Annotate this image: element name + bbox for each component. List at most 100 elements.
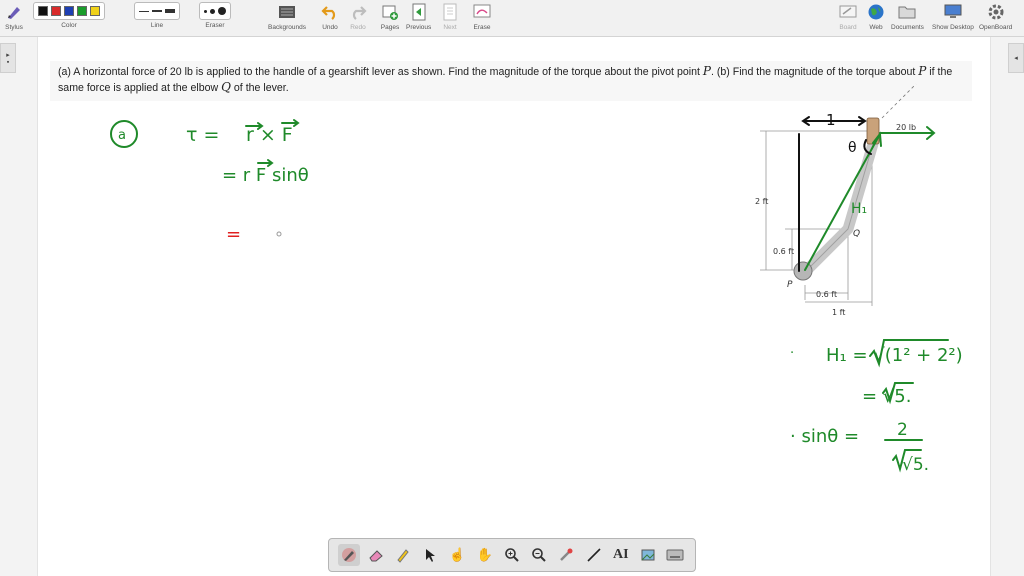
color-yellow[interactable] bbox=[90, 6, 100, 16]
top-toolbar: Stylus Color Line Eraser Backgrounds Und… bbox=[0, 0, 1024, 37]
interact-tool[interactable]: ☝ bbox=[446, 544, 468, 566]
virtual-keyboard-tool[interactable] bbox=[664, 544, 686, 566]
next-page-button[interactable]: Next bbox=[440, 2, 460, 31]
question-text-block[interactable]: (a) A horizontal force of 20 lb is appli… bbox=[50, 61, 972, 101]
color-red[interactable] bbox=[51, 6, 61, 16]
web-button[interactable]: Web bbox=[866, 2, 886, 31]
line-tool[interactable] bbox=[583, 544, 605, 566]
stylus-tool[interactable]: Stylus bbox=[4, 2, 24, 31]
previous-page-button[interactable]: Previous bbox=[406, 2, 431, 31]
desktop-icon bbox=[943, 2, 963, 22]
highlighter-tool[interactable] bbox=[392, 544, 414, 566]
stylus-icon bbox=[4, 2, 24, 22]
previous-page-icon bbox=[409, 2, 429, 22]
left-panel-toggle[interactable]: ▸ ▪ bbox=[0, 43, 16, 73]
undo-label: Undo bbox=[322, 24, 338, 31]
hand-icon: ✋ bbox=[476, 547, 493, 562]
eraser-small[interactable] bbox=[204, 9, 207, 13]
pages-label: Pages bbox=[380, 24, 400, 31]
stylus-label: Stylus bbox=[5, 24, 23, 31]
pen-tool[interactable] bbox=[337, 544, 360, 566]
documents-label: Documents bbox=[891, 24, 924, 31]
question-part-b-end: of the lever. bbox=[230, 82, 289, 94]
openboard-menu-button[interactable]: OpenBoard bbox=[979, 2, 1012, 31]
capture-icon bbox=[641, 549, 655, 561]
globe-icon bbox=[866, 2, 886, 22]
gear-icon bbox=[986, 2, 1006, 22]
erase-button[interactable]: Erase bbox=[472, 2, 492, 31]
folder-icon bbox=[897, 2, 917, 22]
pointing-hand-icon: ☝ bbox=[449, 547, 466, 562]
question-part-b-start: . (b) Find the magnitude of the torque a… bbox=[710, 66, 919, 78]
eraser-medium[interactable] bbox=[210, 8, 215, 14]
color-black[interactable] bbox=[38, 6, 48, 16]
show-desktop-label: Show Desktop bbox=[932, 24, 974, 31]
line-width-picker[interactable]: Line bbox=[134, 2, 180, 29]
erase-board-icon bbox=[472, 2, 492, 22]
board-label: Board bbox=[839, 24, 857, 31]
board-page[interactable] bbox=[37, 37, 991, 576]
eraser-size-picker[interactable]: Eraser bbox=[199, 2, 231, 29]
color-label: Color bbox=[61, 22, 77, 29]
keyboard-icon bbox=[666, 549, 684, 561]
backgrounds-label: Backgrounds bbox=[268, 24, 306, 31]
highlighter-icon bbox=[397, 549, 409, 563]
color-palette[interactable] bbox=[33, 2, 105, 20]
eraser-label: Eraser bbox=[205, 22, 225, 29]
right-panel-toggle[interactable]: ◂ bbox=[1008, 43, 1024, 73]
backgrounds-icon bbox=[277, 2, 297, 22]
text-icon: AI bbox=[613, 547, 629, 562]
color-picker[interactable]: Color bbox=[33, 2, 105, 29]
laser-pointer-tool[interactable] bbox=[555, 544, 577, 566]
erase-label: Erase bbox=[473, 24, 491, 31]
color-green[interactable] bbox=[77, 6, 87, 16]
eraser-tool[interactable] bbox=[365, 544, 387, 566]
question-text: (a) A horizontal force of 20 lb is appli… bbox=[50, 61, 972, 99]
previous-label: Previous bbox=[406, 24, 432, 31]
undo-icon bbox=[320, 2, 340, 22]
select-tool[interactable] bbox=[419, 544, 441, 566]
laser-pointer-icon bbox=[560, 548, 573, 561]
zoom-out-icon bbox=[532, 548, 546, 562]
capture-tool[interactable] bbox=[637, 544, 659, 566]
pivot-symbol: P bbox=[702, 64, 711, 78]
backgrounds-button[interactable]: Backgrounds bbox=[268, 2, 306, 31]
eraser-palette[interactable] bbox=[199, 2, 231, 20]
color-blue[interactable] bbox=[64, 6, 74, 16]
add-page-icon bbox=[380, 2, 400, 22]
collapse-arrow-icon: ▸ bbox=[6, 51, 10, 59]
web-label: Web bbox=[869, 24, 883, 31]
text-tool[interactable]: AI bbox=[610, 544, 632, 566]
eraser-large[interactable] bbox=[218, 7, 226, 15]
question-part-a: (a) A horizontal force of 20 lb is appli… bbox=[58, 66, 703, 78]
board-button[interactable]: Board bbox=[838, 2, 858, 31]
hand-tool[interactable]: ✋ bbox=[474, 544, 496, 566]
expand-arrow-icon: ◂ bbox=[1014, 55, 1018, 62]
redo-button[interactable]: Redo bbox=[348, 2, 368, 31]
line-label: Line bbox=[150, 22, 164, 29]
pages-button[interactable]: Pages bbox=[380, 2, 400, 31]
zoom-in-tool[interactable] bbox=[501, 544, 523, 566]
pen-icon bbox=[341, 548, 356, 562]
next-label: Next bbox=[443, 24, 457, 31]
page-thumb-icon: ▪ bbox=[6, 58, 10, 66]
line-icon bbox=[587, 548, 601, 562]
redo-icon bbox=[348, 2, 368, 22]
openboard-label: OpenBoard bbox=[979, 24, 1013, 31]
documents-button[interactable]: Documents bbox=[891, 2, 924, 31]
next-page-icon bbox=[440, 2, 460, 22]
line-medium[interactable] bbox=[152, 10, 162, 12]
elbow-symbol: Q bbox=[221, 80, 231, 94]
show-desktop-button[interactable]: Show Desktop bbox=[932, 2, 974, 31]
line-thick[interactable] bbox=[165, 9, 175, 13]
line-thin[interactable] bbox=[139, 10, 149, 12]
line-palette[interactable] bbox=[134, 2, 180, 20]
zoom-in-icon bbox=[505, 548, 519, 562]
eraser-icon bbox=[369, 550, 383, 562]
undo-button[interactable]: Undo bbox=[320, 2, 340, 31]
board-icon bbox=[838, 2, 858, 22]
arrow-cursor-icon bbox=[426, 549, 436, 562]
zoom-out-tool[interactable] bbox=[528, 544, 550, 566]
redo-label: Redo bbox=[350, 24, 366, 31]
bottom-tool-palette: ☝ ✋ AI bbox=[328, 538, 696, 572]
